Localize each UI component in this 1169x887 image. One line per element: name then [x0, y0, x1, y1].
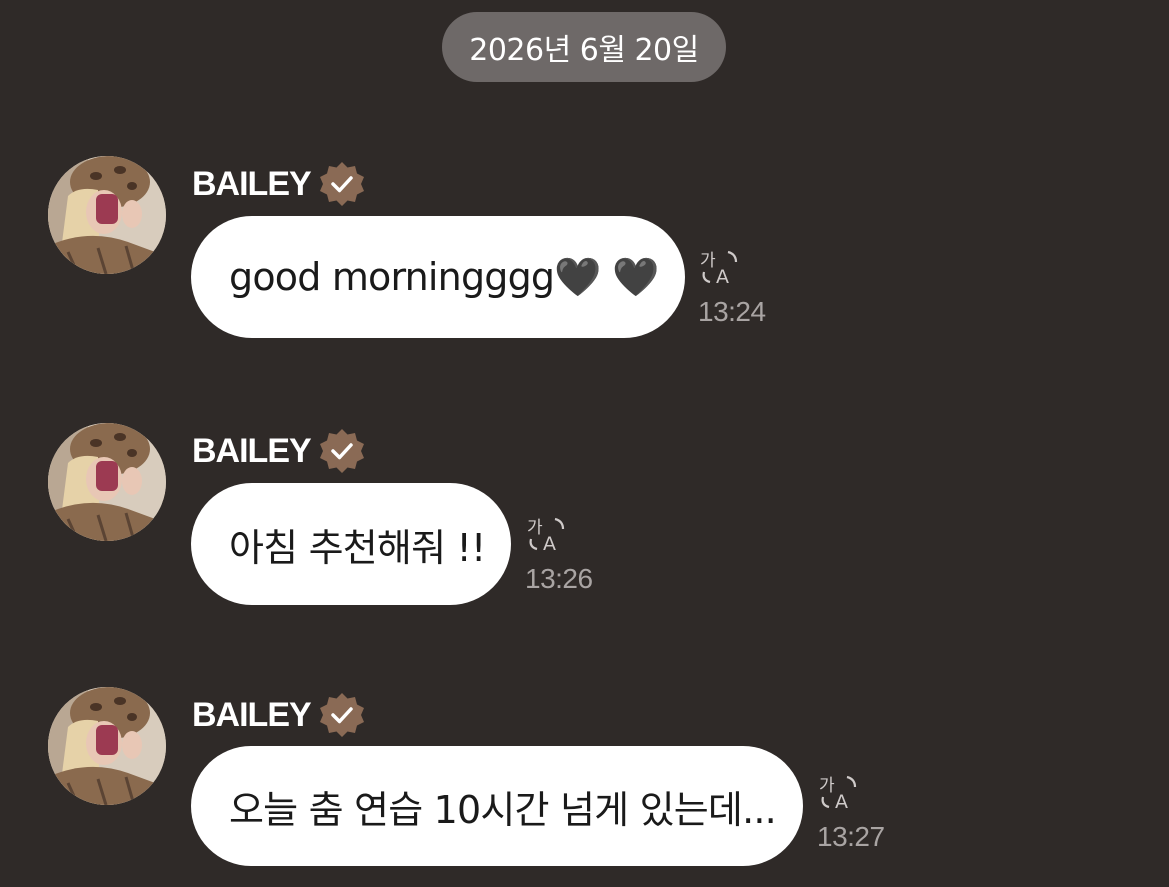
message-bubble[interactable]: 아침 추천해줘 !! [191, 483, 511, 605]
translate-icon[interactable]: 가 A [525, 515, 569, 555]
svg-text:A: A [716, 266, 729, 288]
message-item: BAILEY 오늘 춤 연습 10시간 넘게 있는데... 가 A 13:27 [0, 687, 1169, 877]
message-meta: 가 A 13:26 [525, 515, 593, 595]
sender-row: BAILEY [192, 693, 365, 737]
svg-text:가: 가 [527, 518, 543, 538]
translate-icon[interactable]: 가 A [817, 773, 861, 813]
message-meta: 가 A 13:24 [698, 248, 766, 328]
message-time: 13:24 [698, 296, 766, 327]
sender-name[interactable]: BAILEY [192, 696, 312, 735]
sender-row: BAILEY [192, 162, 365, 206]
avatar[interactable] [48, 156, 166, 274]
svg-text:A: A [835, 791, 848, 813]
sender-name[interactable]: BAILEY [192, 432, 312, 471]
message-time: 13:27 [817, 821, 885, 852]
translate-icon[interactable]: 가 A [698, 248, 742, 288]
message-bubble[interactable]: 오늘 춤 연습 10시간 넘게 있는데... [191, 746, 803, 866]
chat-screen: 2026년 6월 20일 BAILEY good morningggg🖤 🖤 가… [0, 0, 1169, 887]
sender-row: BAILEY [192, 429, 365, 473]
message-item: BAILEY good morningggg🖤 🖤 가 A 13:24 [0, 156, 1169, 346]
date-divider: 2026년 6월 20일 [442, 12, 726, 82]
verified-badge-icon [319, 162, 364, 206]
message-meta: 가 A 13:27 [817, 773, 885, 853]
svg-text:가: 가 [700, 251, 716, 271]
message-bubble[interactable]: good morningggg🖤 🖤 [191, 216, 685, 338]
avatar[interactable] [48, 423, 166, 541]
svg-text:가: 가 [819, 776, 835, 796]
sender-name[interactable]: BAILEY [192, 165, 312, 204]
message-item: BAILEY 아침 추천해줘 !! 가 A 13:26 [0, 423, 1169, 613]
verified-badge-icon [319, 693, 364, 737]
verified-badge-icon [319, 429, 364, 473]
avatar[interactable] [48, 687, 166, 805]
message-time: 13:26 [525, 563, 593, 594]
svg-text:A: A [543, 533, 556, 555]
